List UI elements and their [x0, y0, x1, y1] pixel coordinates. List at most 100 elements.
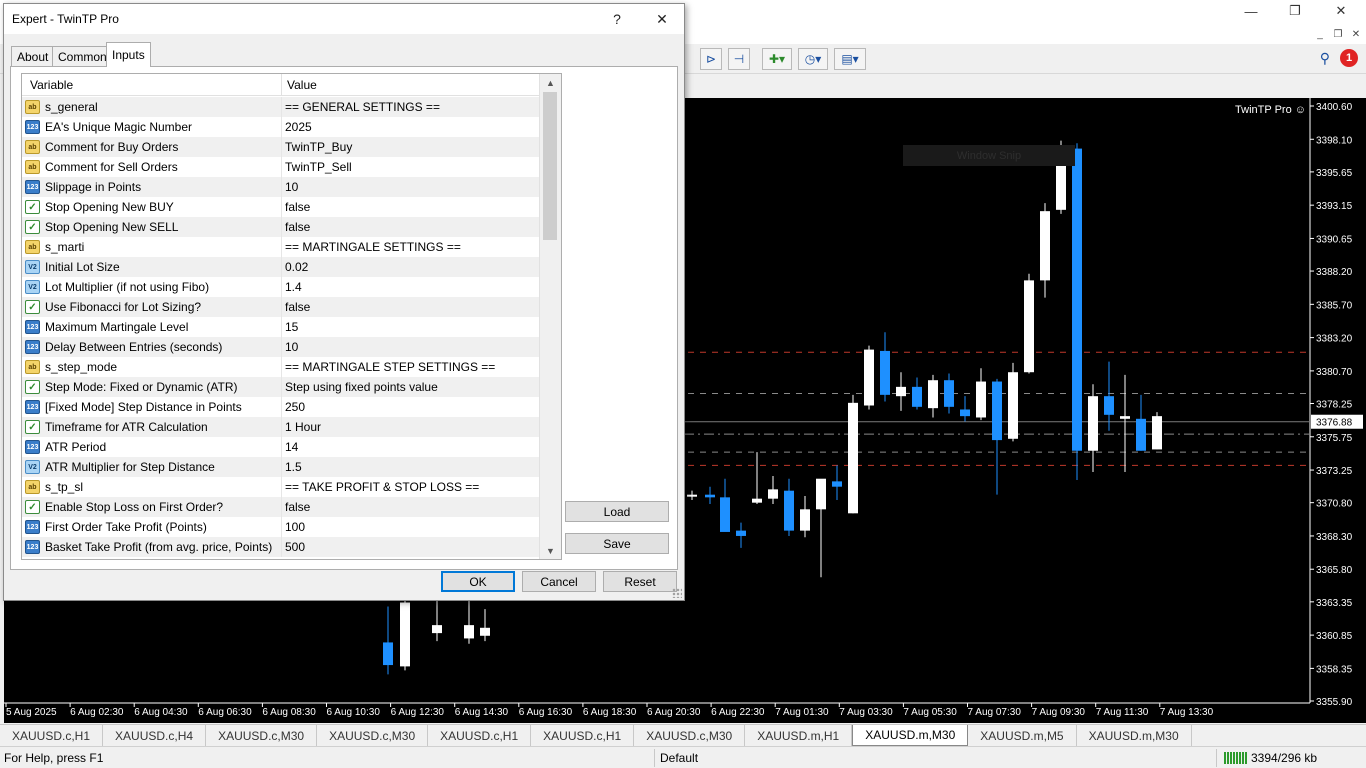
scroll-down-icon[interactable]: ▼	[540, 542, 561, 559]
inputs-grid: Variable Value ab s_general == GENERAL SET…	[21, 73, 562, 560]
value-cell[interactable]: 500	[281, 537, 539, 557]
app-maximize-button[interactable]: ❐	[1272, 0, 1318, 22]
symbol-tab[interactable]: XAUUSD.c,H1	[531, 725, 635, 746]
int-type-icon: 123	[25, 320, 40, 334]
mdi-restore-button[interactable]: ❐	[1330, 27, 1346, 41]
chart-shift-icon[interactable]: ⊣	[728, 48, 750, 70]
mdi-close-button[interactable]: ✕	[1348, 27, 1364, 41]
profile-name[interactable]: Default	[660, 751, 698, 765]
value-cell[interactable]: == GENERAL SETTINGS ==	[281, 97, 539, 117]
table-row[interactable]: ab s_step_mode == MARTINGALE STEP SETTINGS…	[22, 357, 539, 377]
symbol-tab[interactable]: XAUUSD.m,M5	[968, 725, 1077, 746]
mdi-minimize-button[interactable]: _	[1312, 27, 1328, 41]
price-label: 3385.70	[1316, 300, 1353, 311]
table-row[interactable]: V2 ATR Multiplier for Step Distance 1.5	[22, 457, 539, 477]
app-minimize-button[interactable]: —	[1228, 0, 1274, 22]
int-type-icon: 123	[25, 180, 40, 194]
smiley-icon: ☺	[1294, 104, 1306, 116]
templates-icon[interactable]: ▤▾	[834, 48, 866, 70]
tab-inputs[interactable]: Inputs	[106, 42, 151, 67]
table-row[interactable]: ab s_general == GENERAL SETTINGS ==	[22, 97, 539, 117]
grid-scrollbar[interactable]: ▲ ▼	[539, 74, 561, 559]
symbol-tab[interactable]: XAUUSD.m,M30	[852, 725, 969, 746]
table-row[interactable]: ✓ Stop Opening New BUY false	[22, 197, 539, 217]
app-close-button[interactable]: ✕	[1318, 0, 1364, 22]
symbol-tab[interactable]: XAUUSD.m,H1	[745, 725, 853, 746]
cancel-button[interactable]: Cancel	[522, 571, 596, 592]
ok-button[interactable]: OK	[441, 571, 515, 592]
dbl-type-icon: V2	[25, 460, 40, 474]
value-cell[interactable]: TwinTP_Sell	[281, 157, 539, 177]
symbol-tab[interactable]: XAUUSD.m,M30	[1077, 725, 1192, 746]
value-cell[interactable]: 15	[281, 317, 539, 337]
search-icon[interactable]: ⚲	[1320, 50, 1330, 67]
value-cell[interactable]: false	[281, 197, 539, 217]
tab-about[interactable]: About	[11, 46, 55, 66]
column-header-variable[interactable]: Variable	[30, 78, 73, 92]
table-row[interactable]: 123 ATR Period 14	[22, 437, 539, 457]
table-row[interactable]: V2 Lot Multiplier (if not using Fibo) 1.4	[22, 277, 539, 297]
scroll-thumb[interactable]	[543, 92, 557, 240]
value-cell[interactable]: 1.4	[281, 277, 539, 297]
variable-cell: 123 [Fixed Mode] Step Distance in Points	[22, 397, 281, 417]
value-cell[interactable]: 10	[281, 177, 539, 197]
tab-common[interactable]: Common	[52, 46, 113, 66]
value-cell[interactable]: == MARTINGALE STEP SETTINGS ==	[281, 357, 539, 377]
value-cell[interactable]: == MARTINGALE SETTINGS ==	[281, 237, 539, 257]
table-row[interactable]: ab Comment for Sell Orders TwinTP_Sell	[22, 157, 539, 177]
table-row[interactable]: V2 Initial Lot Size 0.02	[22, 257, 539, 277]
symbol-tab[interactable]: XAUUSD.c,H4	[103, 725, 207, 746]
table-row[interactable]: ✓ Stop Opening New SELL false	[22, 217, 539, 237]
table-row[interactable]: ✓ Step Mode: Fixed or Dynamic (ATR) Step u…	[22, 377, 539, 397]
load-button[interactable]: Load	[565, 501, 669, 522]
table-row[interactable]: ab s_marti == MARTINGALE SETTINGS ==	[22, 237, 539, 257]
scroll-up-icon[interactable]: ▲	[540, 74, 561, 91]
table-row[interactable]: 123 First Order Take Profit (Points) 100	[22, 517, 539, 537]
value-cell[interactable]: 250	[281, 397, 539, 417]
value-cell[interactable]: false	[281, 297, 539, 317]
table-row[interactable]: ✓ Enable Stop Loss on First Order? false	[22, 497, 539, 517]
periods-icon[interactable]: ◷▾	[798, 48, 828, 70]
table-row[interactable]: ✓ Use Fibonacci for Lot Sizing? false	[22, 297, 539, 317]
autoscroll-icon[interactable]: ⊳	[700, 48, 722, 70]
table-row[interactable]: 123 Delay Between Entries (seconds) 10	[22, 337, 539, 357]
value-cell[interactable]: 0.02	[281, 257, 539, 277]
value-cell[interactable]: 2025	[281, 117, 539, 137]
value-cell[interactable]: 100	[281, 517, 539, 537]
table-row[interactable]: ab Comment for Buy Orders TwinTP_Buy	[22, 137, 539, 157]
value-cell[interactable]: false	[281, 497, 539, 517]
table-row[interactable]: ab s_tp_sl == TAKE PROFIT & STOP LOSS ==	[22, 477, 539, 497]
table-row[interactable]: 123 EA's Unique Magic Number 2025	[22, 117, 539, 137]
symbol-tab[interactable]: XAUUSD.c,M30	[206, 725, 318, 746]
value-cell[interactable]: 10	[281, 337, 539, 357]
value-cell[interactable]: TwinTP_Buy	[281, 137, 539, 157]
price-label: 3400.60	[1316, 102, 1353, 113]
table-row[interactable]: 123 Basket Take Profit (from avg. price, …	[22, 537, 539, 557]
symbol-tab[interactable]: XAUUSD.c,M30	[634, 725, 746, 746]
column-header-value[interactable]: Value	[287, 78, 317, 92]
value-cell[interactable]: 1.5	[281, 457, 539, 477]
resize-grip-icon[interactable]	[672, 588, 682, 598]
str-type-icon: ab	[25, 140, 40, 154]
help-button[interactable]: ?	[602, 9, 632, 29]
table-row[interactable]: 123 Maximum Martingale Level 15	[22, 317, 539, 337]
symbol-tab[interactable]: XAUUSD.c,M30	[317, 725, 429, 746]
table-row[interactable]: 123 Slippage in Points 10	[22, 177, 539, 197]
value-cell[interactable]: == TAKE PROFIT & STOP LOSS ==	[281, 477, 539, 497]
save-button[interactable]: Save	[565, 533, 669, 554]
symbol-tab[interactable]: XAUUSD.c,H1	[428, 725, 532, 746]
symbol-tab[interactable]: XAUUSD.c,H1	[0, 725, 104, 746]
table-row[interactable]: ✓ Timeframe for ATR Calculation 1 Hour	[22, 417, 539, 437]
table-row[interactable]: 123 [Fixed Mode] Step Distance in Points 2…	[22, 397, 539, 417]
indicators-icon[interactable]: ✚▾	[762, 48, 792, 70]
notification-badge[interactable]: 1	[1340, 49, 1358, 67]
time-label: 6 Aug 04:30	[134, 707, 188, 718]
price-label: 3378.25	[1316, 400, 1353, 411]
value-cell[interactable]: false	[281, 217, 539, 237]
reset-button[interactable]: Reset	[603, 571, 677, 592]
value-cell[interactable]: 1 Hour	[281, 417, 539, 437]
dialog-close-button[interactable]: ✕	[647, 9, 677, 29]
dialog-titlebar[interactable]: Expert - TwinTP Pro ? ✕	[4, 4, 684, 34]
value-cell[interactable]: Step using fixed points value	[281, 377, 539, 397]
value-cell[interactable]: 14	[281, 437, 539, 457]
